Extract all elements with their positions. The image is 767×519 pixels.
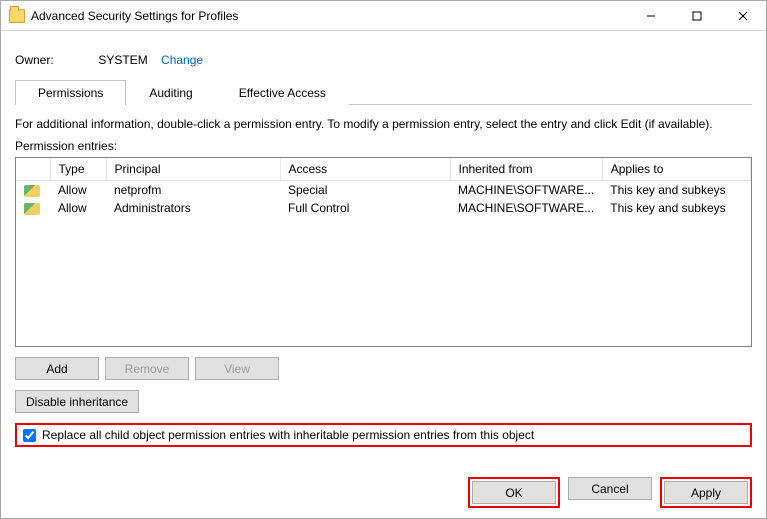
cell-applies: This key and subkeys — [602, 181, 750, 200]
owner-label: Owner: — [15, 53, 95, 67]
cancel-button[interactable]: Cancel — [568, 477, 652, 500]
column-access[interactable]: Access — [280, 158, 450, 181]
content-area: Owner: SYSTEM Change Permissions Auditin… — [1, 31, 766, 518]
column-applies[interactable]: Applies to — [602, 158, 750, 181]
remove-button: Remove — [105, 357, 189, 380]
cell-access: Special — [280, 181, 450, 200]
cell-inherited: MACHINE\SOFTWARE... — [450, 181, 602, 200]
close-button[interactable] — [720, 1, 766, 31]
replace-children-row: Replace all child object permission entr… — [15, 423, 752, 447]
tab-auditing[interactable]: Auditing — [126, 80, 215, 105]
tabs: Permissions Auditing Effective Access — [15, 79, 752, 105]
table-row[interactable]: AllownetprofmSpecialMACHINE\SOFTWARE...T… — [16, 181, 751, 200]
change-owner-link[interactable]: Change — [161, 53, 203, 67]
column-inherited[interactable]: Inherited from — [450, 158, 602, 181]
users-icon — [24, 185, 40, 197]
window-title: Advanced Security Settings for Profiles — [31, 9, 628, 23]
add-button[interactable]: Add — [15, 357, 99, 380]
users-icon — [24, 203, 40, 215]
cell-type: Allow — [50, 199, 106, 217]
view-button: View — [195, 357, 279, 380]
table-row[interactable]: AllowAdministratorsFull ControlMACHINE\S… — [16, 199, 751, 217]
tab-permissions[interactable]: Permissions — [15, 80, 126, 105]
info-text: For additional information, double-click… — [15, 117, 752, 131]
column-icon[interactable] — [16, 158, 50, 181]
cell-applies: This key and subkeys — [602, 199, 750, 217]
replace-children-text: Replace all child object permission entr… — [42, 428, 534, 442]
owner-row: Owner: SYSTEM Change — [15, 53, 752, 67]
cell-inherited: MACHINE\SOFTWARE... — [450, 199, 602, 217]
owner-value: SYSTEM — [98, 53, 147, 67]
replace-children-checkbox[interactable] — [23, 429, 36, 442]
cell-access: Full Control — [280, 199, 450, 217]
entries-label: Permission entries: — [15, 139, 752, 153]
ok-button[interactable]: OK — [472, 481, 556, 504]
inheritance-row: Disable inheritance — [15, 390, 752, 413]
maximize-button[interactable] — [674, 1, 720, 31]
cell-type: Allow — [50, 181, 106, 200]
advanced-security-window: Advanced Security Settings for Profiles … — [0, 0, 767, 519]
dialog-footer: OK Cancel Apply — [15, 467, 752, 508]
permission-entries-table[interactable]: Type Principal Access Inherited from App… — [15, 157, 752, 347]
cell-principal: Administrators — [106, 199, 280, 217]
entry-buttons: Add Remove View — [15, 357, 752, 380]
replace-children-label[interactable]: Replace all child object permission entr… — [23, 428, 534, 442]
disable-inheritance-button[interactable]: Disable inheritance — [15, 390, 139, 413]
folder-icon — [9, 9, 25, 23]
column-principal[interactable]: Principal — [106, 158, 280, 181]
cell-principal: netprofm — [106, 181, 280, 200]
apply-button[interactable]: Apply — [664, 481, 748, 504]
column-type[interactable]: Type — [50, 158, 106, 181]
tab-effective-access[interactable]: Effective Access — [216, 80, 349, 105]
titlebar: Advanced Security Settings for Profiles — [1, 1, 766, 31]
minimize-button[interactable] — [628, 1, 674, 31]
